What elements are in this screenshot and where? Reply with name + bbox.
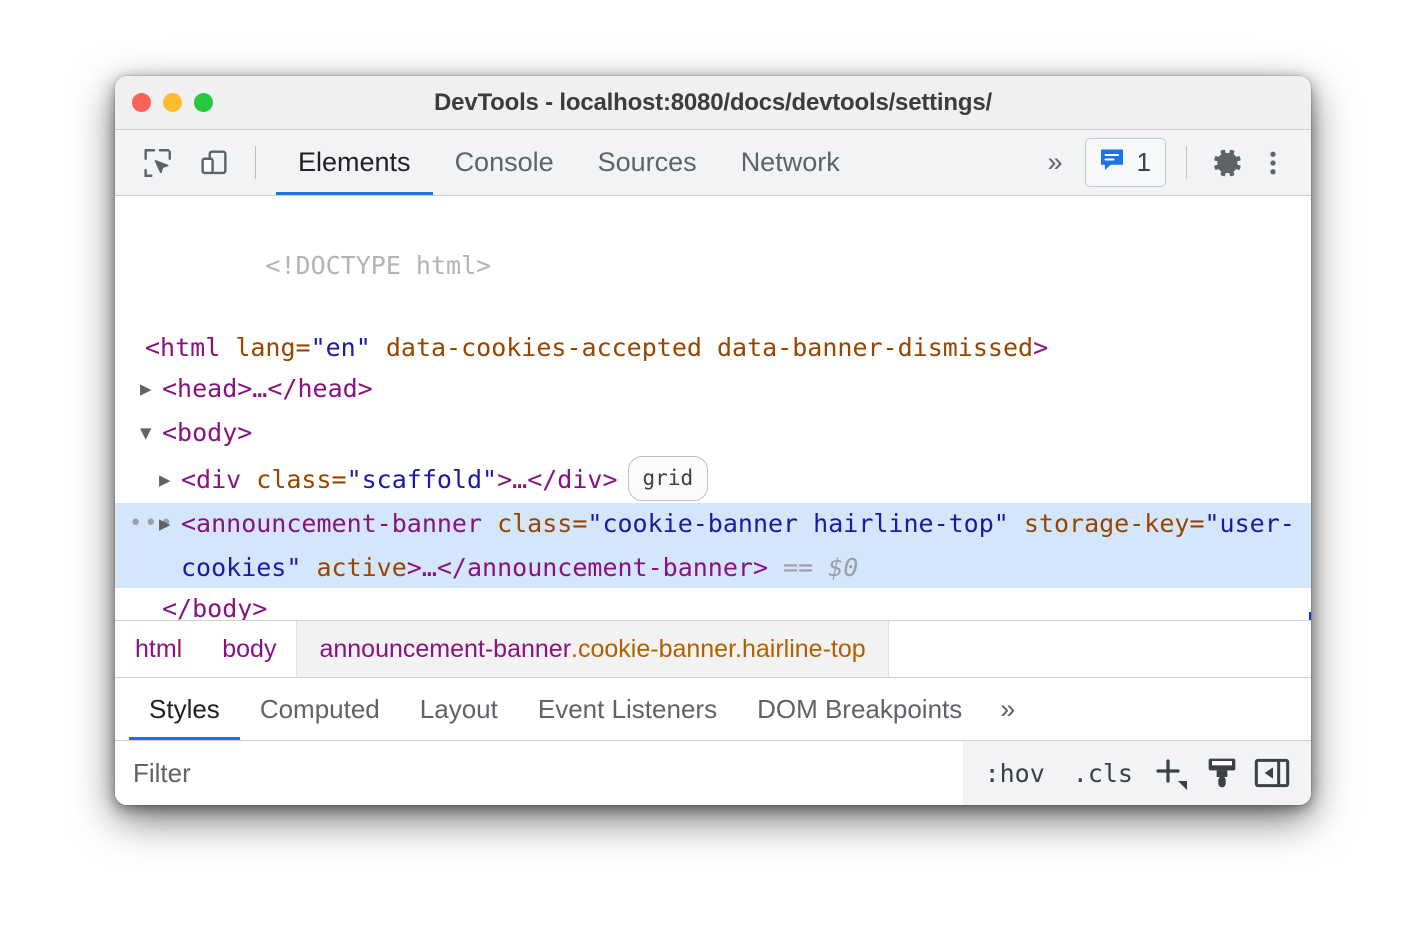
tab-network[interactable]: Network bbox=[719, 130, 862, 195]
div-tag-open: <div bbox=[181, 465, 256, 494]
close-button[interactable] bbox=[132, 93, 151, 112]
styles-filter-bar: :hov .cls bbox=[115, 741, 1311, 805]
banner-class-attr-value: "cookie-banner hairline-top" bbox=[587, 509, 1008, 538]
tab-elements[interactable]: Elements bbox=[276, 130, 433, 195]
breadcrumb-item-html[interactable]: html bbox=[115, 621, 202, 677]
devtools-window: DevTools - localhost:8080/docs/devtools/… bbox=[115, 76, 1311, 805]
cls-toggle-button[interactable]: .cls bbox=[1061, 751, 1145, 795]
banner-dollar-zero: $0 bbox=[828, 553, 858, 582]
toggle-sidebar-icon[interactable] bbox=[1249, 751, 1295, 795]
paintbrush-icon[interactable] bbox=[1199, 751, 1245, 795]
tab-console[interactable]: Console bbox=[433, 130, 576, 195]
breadcrumb: html body announcement-banner.cookie-ban… bbox=[115, 620, 1311, 678]
gear-icon[interactable] bbox=[1207, 143, 1247, 183]
tab-sources-label: Sources bbox=[598, 147, 697, 178]
issues-message-icon bbox=[1097, 145, 1127, 180]
tab-network-label: Network bbox=[741, 147, 840, 178]
grid-badge[interactable]: grid bbox=[628, 456, 709, 501]
devtools-toolbar: Elements Console Sources Network » bbox=[115, 130, 1311, 196]
device-toolbar-icon[interactable] bbox=[194, 143, 234, 183]
breadcrumb-item-html-label: html bbox=[135, 635, 182, 664]
toolbar-divider bbox=[255, 146, 256, 179]
dom-node-head[interactable]: ▶<head>…</head> bbox=[115, 368, 1311, 412]
toolbar-divider-right bbox=[1186, 146, 1187, 179]
more-vertical-icon[interactable] bbox=[1253, 143, 1293, 183]
banner-active-attr: active bbox=[301, 553, 406, 582]
breadcrumb-item-body[interactable]: body bbox=[202, 621, 296, 677]
tab-dom-breakpoints[interactable]: DOM Breakpoints bbox=[737, 678, 982, 740]
dom-node-body-open[interactable]: ▼<body> bbox=[115, 412, 1311, 456]
window-titlebar: DevTools - localhost:8080/docs/devtools/… bbox=[115, 76, 1311, 130]
body-close-text: </body> bbox=[162, 594, 267, 620]
tab-styles-label: Styles bbox=[149, 694, 220, 725]
banner-storagekey-attr-name: storage-key= bbox=[1009, 509, 1205, 538]
maximize-button[interactable] bbox=[194, 93, 213, 112]
banner-tag-open: <announcement-banner bbox=[181, 509, 497, 538]
tab-sources[interactable]: Sources bbox=[576, 130, 719, 195]
div-tag-rest: >…</div> bbox=[497, 465, 617, 494]
dom-node-body-close[interactable]: </body> bbox=[115, 588, 1311, 620]
minimize-button[interactable] bbox=[163, 93, 182, 112]
tab-layout[interactable]: Layout bbox=[400, 678, 518, 740]
more-tabs-icon[interactable]: » bbox=[1032, 147, 1079, 178]
tab-dom-breakpoints-label: DOM Breakpoints bbox=[757, 694, 962, 725]
breadcrumb-item-announcement-banner[interactable]: announcement-banner.cookie-banner.hairli… bbox=[296, 621, 888, 677]
dom-node-html[interactable]: <html lang="en" data-cookies-accepted da… bbox=[115, 327, 1311, 368]
plus-icon[interactable] bbox=[1149, 751, 1195, 795]
tab-console-label: Console bbox=[455, 147, 554, 178]
doctype-text: <!DOCTYPE html> bbox=[265, 251, 491, 280]
tab-event-listeners[interactable]: Event Listeners bbox=[518, 678, 737, 740]
breadcrumb-selected-tag: announcement-banner bbox=[319, 635, 571, 664]
more-sidebar-tabs-icon[interactable]: » bbox=[982, 678, 1033, 740]
body-open-text: <body> bbox=[162, 418, 252, 447]
tab-styles[interactable]: Styles bbox=[129, 678, 240, 740]
window-title: DevTools - localhost:8080/docs/devtools/… bbox=[115, 89, 1311, 117]
html-tag-open: <html bbox=[145, 333, 235, 362]
html-close-bracket: > bbox=[1033, 333, 1048, 362]
html-lang-attr-value: "en" bbox=[311, 333, 371, 362]
sidebar-tabs: Styles Computed Layout Event Listeners D… bbox=[115, 678, 1311, 741]
tab-elements-label: Elements bbox=[298, 147, 411, 178]
toolbar-right-icons: » 1 bbox=[1032, 130, 1294, 195]
html-lang-attr-name: lang= bbox=[235, 333, 310, 362]
banner-class-attr-name: class= bbox=[497, 509, 587, 538]
tab-computed[interactable]: Computed bbox=[240, 678, 400, 740]
dom-node-div-scaffold[interactable]: ▶<div class="scaffold">…</div>grid bbox=[115, 456, 1311, 503]
dom-node-doctype[interactable]: <!DOCTYPE html> bbox=[115, 204, 1311, 327]
issues-count-label: 1 bbox=[1137, 147, 1151, 178]
traffic-lights bbox=[115, 93, 213, 112]
breadcrumb-selected-classes: .cookie-banner.hairline-top bbox=[571, 635, 866, 664]
div-class-attr-value: "scaffold" bbox=[347, 465, 498, 494]
filter-tools: :hov .cls bbox=[963, 741, 1311, 805]
issues-counter-button[interactable]: 1 bbox=[1085, 138, 1166, 187]
head-node-text: <head>…</head> bbox=[162, 374, 373, 403]
tab-event-listeners-label: Event Listeners bbox=[538, 694, 717, 725]
tab-computed-label: Computed bbox=[260, 694, 380, 725]
tab-layout-label: Layout bbox=[420, 694, 498, 725]
hov-toggle-button[interactable]: :hov bbox=[973, 751, 1057, 795]
banner-eq-sign: == bbox=[768, 553, 828, 582]
div-class-attr-name: class= bbox=[256, 465, 346, 494]
filter-input[interactable] bbox=[115, 741, 963, 805]
inspect-element-icon[interactable] bbox=[137, 143, 177, 183]
html-data-attrs: data-cookies-accepted data-banner-dismis… bbox=[371, 333, 1033, 362]
dom-node-announcement-banner[interactable]: •••▶<announcement-banner class="cookie-b… bbox=[115, 503, 1311, 588]
panel-tabs: Elements Console Sources Network bbox=[276, 130, 1032, 195]
dom-tree[interactable]: <!DOCTYPE html> <html lang="en" data-coo… bbox=[115, 196, 1311, 620]
screenshot-stage: DevTools - localhost:8080/docs/devtools/… bbox=[0, 0, 1426, 952]
banner-tag-rest: >…</announcement-banner> bbox=[407, 553, 768, 582]
toolbar-left-icons bbox=[137, 130, 234, 195]
breadcrumb-item-body-label: body bbox=[222, 635, 276, 664]
